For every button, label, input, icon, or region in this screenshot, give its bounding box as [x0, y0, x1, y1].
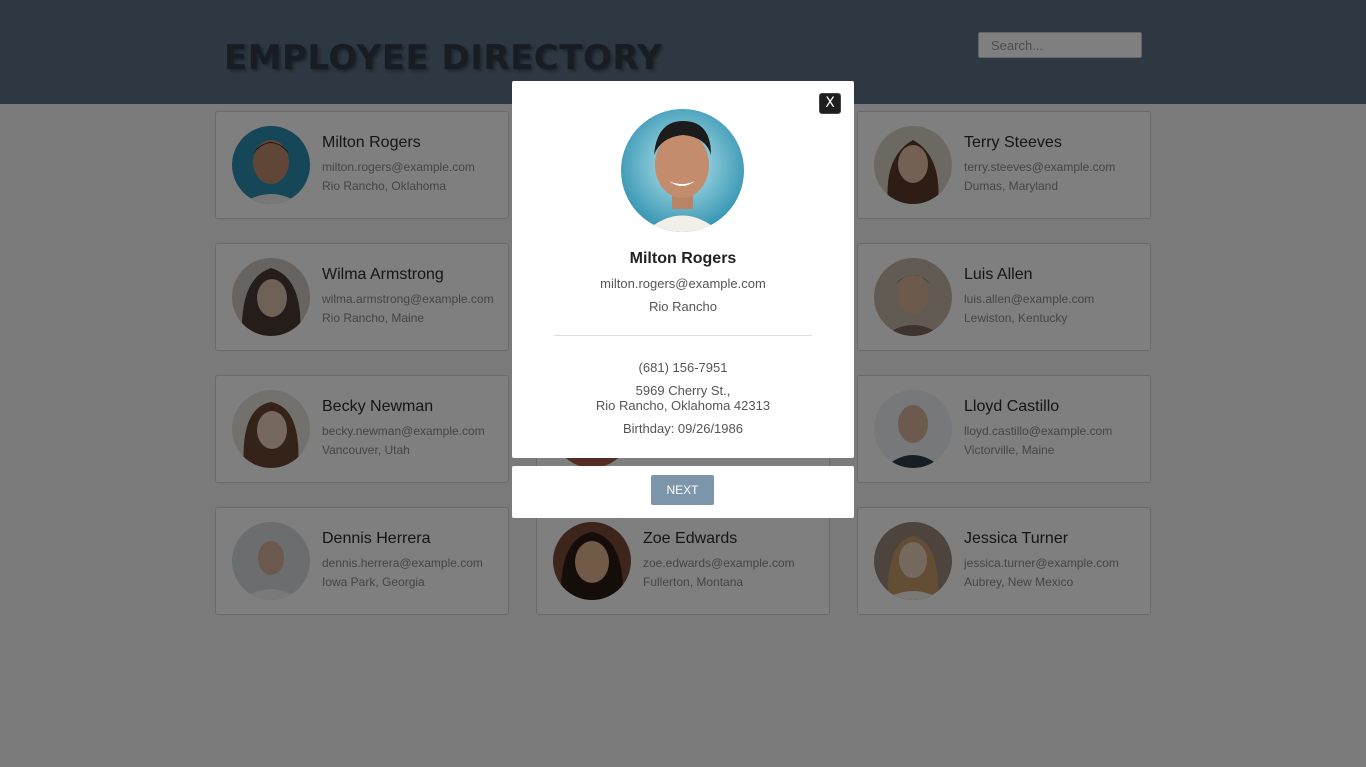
modal-birthday: Birthday: 09/26/1986: [623, 421, 743, 436]
close-button[interactable]: X: [819, 93, 841, 114]
modal-footer: NEXT: [512, 466, 854, 518]
modal-email: milton.rogers@example.com: [600, 276, 766, 291]
employee-modal: X Milton Rogers milton.rogers@example.co…: [512, 81, 854, 458]
modal-divider: [554, 335, 812, 336]
modal-address-line1: 5969 Cherry St.,: [635, 383, 731, 398]
modal-phone: (681) 156-7951: [638, 360, 728, 375]
modal-address-line2: Rio Rancho, Oklahoma 42313: [595, 398, 771, 413]
modal-name: Milton Rogers: [629, 250, 737, 267]
next-button[interactable]: NEXT: [651, 475, 714, 505]
modal-avatar: [621, 109, 744, 232]
modal-city: Rio Rancho: [649, 299, 717, 314]
